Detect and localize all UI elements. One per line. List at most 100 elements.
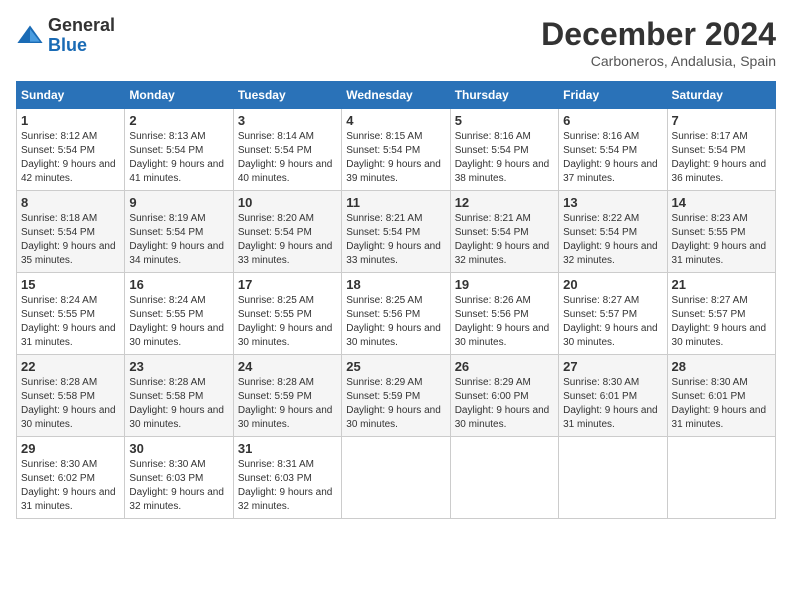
table-row: 19 Sunrise: 8:26 AMSunset: 5:56 PMDaylig… (450, 273, 558, 355)
day-number: 5 (455, 113, 554, 128)
day-number: 18 (346, 277, 445, 292)
col-saturday: Saturday (667, 82, 775, 109)
day-info: Sunrise: 8:22 AMSunset: 5:54 PMDaylight:… (563, 212, 662, 268)
day-number: 20 (563, 277, 662, 292)
table-row (450, 437, 558, 519)
table-row: 30 Sunrise: 8:30 AMSunset: 6:03 PMDaylig… (125, 437, 233, 519)
day-number: 25 (346, 359, 445, 374)
day-number: 12 (455, 195, 554, 210)
table-row: 15 Sunrise: 8:24 AMSunset: 5:55 PMDaylig… (17, 273, 125, 355)
day-number: 28 (672, 359, 771, 374)
title-section: December 2024 Carboneros, Andalusia, Spa… (541, 16, 776, 69)
day-info: Sunrise: 8:24 AMSunset: 5:55 PMDaylight:… (21, 294, 120, 350)
table-row: 5 Sunrise: 8:16 AMSunset: 5:54 PMDayligh… (450, 109, 558, 191)
table-row: 20 Sunrise: 8:27 AMSunset: 5:57 PMDaylig… (559, 273, 667, 355)
day-info: Sunrise: 8:30 AMSunset: 6:01 PMDaylight:… (563, 376, 662, 432)
day-number: 14 (672, 195, 771, 210)
table-row: 21 Sunrise: 8:27 AMSunset: 5:57 PMDaylig… (667, 273, 775, 355)
day-number: 19 (455, 277, 554, 292)
table-row: 24 Sunrise: 8:28 AMSunset: 5:59 PMDaylig… (233, 355, 341, 437)
day-info: Sunrise: 8:27 AMSunset: 5:57 PMDaylight:… (563, 294, 662, 350)
day-number: 24 (238, 359, 337, 374)
table-row: 4 Sunrise: 8:15 AMSunset: 5:54 PMDayligh… (342, 109, 450, 191)
day-info: Sunrise: 8:13 AMSunset: 5:54 PMDaylight:… (129, 130, 228, 186)
day-number: 9 (129, 195, 228, 210)
day-info: Sunrise: 8:24 AMSunset: 5:55 PMDaylight:… (129, 294, 228, 350)
table-row: 13 Sunrise: 8:22 AMSunset: 5:54 PMDaylig… (559, 191, 667, 273)
day-number: 8 (21, 195, 120, 210)
day-info: Sunrise: 8:17 AMSunset: 5:54 PMDaylight:… (672, 130, 771, 186)
logo-icon (16, 22, 44, 50)
month-year: December 2024 (541, 16, 776, 53)
day-number: 13 (563, 195, 662, 210)
table-row: 26 Sunrise: 8:29 AMSunset: 6:00 PMDaylig… (450, 355, 558, 437)
table-row: 6 Sunrise: 8:16 AMSunset: 5:54 PMDayligh… (559, 109, 667, 191)
location: Carboneros, Andalusia, Spain (541, 53, 776, 69)
table-row: 27 Sunrise: 8:30 AMSunset: 6:01 PMDaylig… (559, 355, 667, 437)
table-row: 7 Sunrise: 8:17 AMSunset: 5:54 PMDayligh… (667, 109, 775, 191)
day-number: 29 (21, 441, 120, 456)
day-number: 1 (21, 113, 120, 128)
day-info: Sunrise: 8:30 AMSunset: 6:02 PMDaylight:… (21, 458, 120, 514)
day-info: Sunrise: 8:28 AMSunset: 5:58 PMDaylight:… (21, 376, 120, 432)
day-number: 23 (129, 359, 228, 374)
calendar-row: 8 Sunrise: 8:18 AMSunset: 5:54 PMDayligh… (17, 191, 776, 273)
table-row: 9 Sunrise: 8:19 AMSunset: 5:54 PMDayligh… (125, 191, 233, 273)
table-row: 2 Sunrise: 8:13 AMSunset: 5:54 PMDayligh… (125, 109, 233, 191)
table-row: 8 Sunrise: 8:18 AMSunset: 5:54 PMDayligh… (17, 191, 125, 273)
day-info: Sunrise: 8:20 AMSunset: 5:54 PMDaylight:… (238, 212, 337, 268)
day-info: Sunrise: 8:28 AMSunset: 5:59 PMDaylight:… (238, 376, 337, 432)
table-row: 29 Sunrise: 8:30 AMSunset: 6:02 PMDaylig… (17, 437, 125, 519)
day-info: Sunrise: 8:28 AMSunset: 5:58 PMDaylight:… (129, 376, 228, 432)
calendar-row: 29 Sunrise: 8:30 AMSunset: 6:02 PMDaylig… (17, 437, 776, 519)
day-info: Sunrise: 8:15 AMSunset: 5:54 PMDaylight:… (346, 130, 445, 186)
table-row: 3 Sunrise: 8:14 AMSunset: 5:54 PMDayligh… (233, 109, 341, 191)
day-info: Sunrise: 8:21 AMSunset: 5:54 PMDaylight:… (346, 212, 445, 268)
table-row: 18 Sunrise: 8:25 AMSunset: 5:56 PMDaylig… (342, 273, 450, 355)
table-row: 22 Sunrise: 8:28 AMSunset: 5:58 PMDaylig… (17, 355, 125, 437)
header: General Blue December 2024 Carboneros, A… (16, 16, 776, 69)
day-info: Sunrise: 8:29 AMSunset: 6:00 PMDaylight:… (455, 376, 554, 432)
calendar-row: 22 Sunrise: 8:28 AMSunset: 5:58 PMDaylig… (17, 355, 776, 437)
day-info: Sunrise: 8:16 AMSunset: 5:54 PMDaylight:… (455, 130, 554, 186)
table-row: 25 Sunrise: 8:29 AMSunset: 5:59 PMDaylig… (342, 355, 450, 437)
table-row: 12 Sunrise: 8:21 AMSunset: 5:54 PMDaylig… (450, 191, 558, 273)
day-info: Sunrise: 8:25 AMSunset: 5:55 PMDaylight:… (238, 294, 337, 350)
day-number: 3 (238, 113, 337, 128)
day-number: 15 (21, 277, 120, 292)
table-row: 28 Sunrise: 8:30 AMSunset: 6:01 PMDaylig… (667, 355, 775, 437)
day-number: 11 (346, 195, 445, 210)
table-row (342, 437, 450, 519)
day-number: 27 (563, 359, 662, 374)
col-friday: Friday (559, 82, 667, 109)
logo-text: General Blue (48, 16, 115, 56)
calendar: Sunday Monday Tuesday Wednesday Thursday… (16, 81, 776, 519)
day-number: 22 (21, 359, 120, 374)
day-info: Sunrise: 8:16 AMSunset: 5:54 PMDaylight:… (563, 130, 662, 186)
day-number: 30 (129, 441, 228, 456)
table-row (559, 437, 667, 519)
table-row: 1 Sunrise: 8:12 AMSunset: 5:54 PMDayligh… (17, 109, 125, 191)
table-row: 16 Sunrise: 8:24 AMSunset: 5:55 PMDaylig… (125, 273, 233, 355)
day-info: Sunrise: 8:19 AMSunset: 5:54 PMDaylight:… (129, 212, 228, 268)
day-number: 31 (238, 441, 337, 456)
table-row: 10 Sunrise: 8:20 AMSunset: 5:54 PMDaylig… (233, 191, 341, 273)
table-row (667, 437, 775, 519)
day-info: Sunrise: 8:21 AMSunset: 5:54 PMDaylight:… (455, 212, 554, 268)
day-number: 26 (455, 359, 554, 374)
day-number: 2 (129, 113, 228, 128)
table-row: 31 Sunrise: 8:31 AMSunset: 6:03 PMDaylig… (233, 437, 341, 519)
day-info: Sunrise: 8:23 AMSunset: 5:55 PMDaylight:… (672, 212, 771, 268)
col-monday: Monday (125, 82, 233, 109)
day-info: Sunrise: 8:31 AMSunset: 6:03 PMDaylight:… (238, 458, 337, 514)
day-number: 21 (672, 277, 771, 292)
day-info: Sunrise: 8:30 AMSunset: 6:01 PMDaylight:… (672, 376, 771, 432)
calendar-row: 1 Sunrise: 8:12 AMSunset: 5:54 PMDayligh… (17, 109, 776, 191)
day-number: 7 (672, 113, 771, 128)
day-info: Sunrise: 8:29 AMSunset: 5:59 PMDaylight:… (346, 376, 445, 432)
table-row: 14 Sunrise: 8:23 AMSunset: 5:55 PMDaylig… (667, 191, 775, 273)
day-number: 4 (346, 113, 445, 128)
calendar-header-row: Sunday Monday Tuesday Wednesday Thursday… (17, 82, 776, 109)
day-number: 10 (238, 195, 337, 210)
table-row: 11 Sunrise: 8:21 AMSunset: 5:54 PMDaylig… (342, 191, 450, 273)
